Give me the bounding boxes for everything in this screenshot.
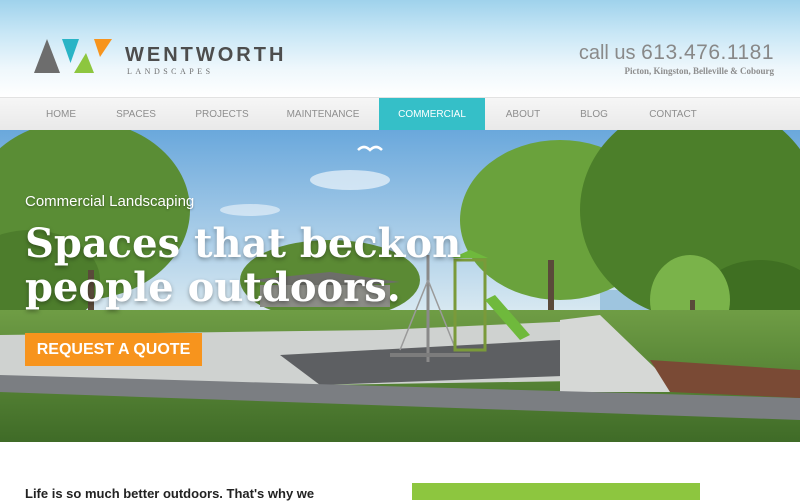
nav-item-contact[interactable]: CONTACT [636,98,710,131]
nav-item-about[interactable]: ABOUT [496,98,550,131]
nav-item-home[interactable]: HOME [26,98,96,131]
nav-item-maintenance[interactable]: MAINTENANCE [278,98,368,131]
green-panel [412,483,700,500]
phone-prefix: call us [578,42,636,64]
hero-title: Spaces that beckon people outdoors. [25,222,545,310]
site-header: WENTWORTH LANDSCAPES call us 613.476.118… [0,0,800,97]
phone-number[interactable]: 613.476.1181 [641,41,774,64]
request-quote-button[interactable]: REQUEST A QUOTE [25,333,202,366]
locations-text: Picton, Kingston, Belleville & Cobourg [624,66,775,76]
nav-item-blog[interactable]: BLOG [566,98,622,131]
logo[interactable]: WENTWORTH LANDSCAPES [34,37,294,79]
hero-title-line-2: people outdoors. [25,264,401,311]
contact-block: call us 613.476.1181 Picton, Kingston, B… [578,41,775,77]
logo-mark-icon [34,39,112,73]
brand-tagline: LANDSCAPES [127,67,214,76]
nav-item-commercial[interactable]: COMMERCIAL [379,98,485,131]
phone-line: call us 613.476.1181 [578,41,774,65]
hero-banner: Commercial Landscaping Spaces that becko… [0,130,800,442]
hero-title-line-1: Spaces that beckon [25,220,462,267]
hero-subtitle: Commercial Landscaping [25,193,195,210]
nav-item-spaces[interactable]: SPACES [100,98,172,131]
main-nav: HOME SPACES PROJECTS MAINTENANCE COMMERC… [0,97,800,131]
brand-name: WENTWORTH [125,44,287,66]
nav-item-projects[interactable]: PROJECTS [181,98,263,131]
intro-text: Life is so much better outdoors. That's … [25,486,315,501]
